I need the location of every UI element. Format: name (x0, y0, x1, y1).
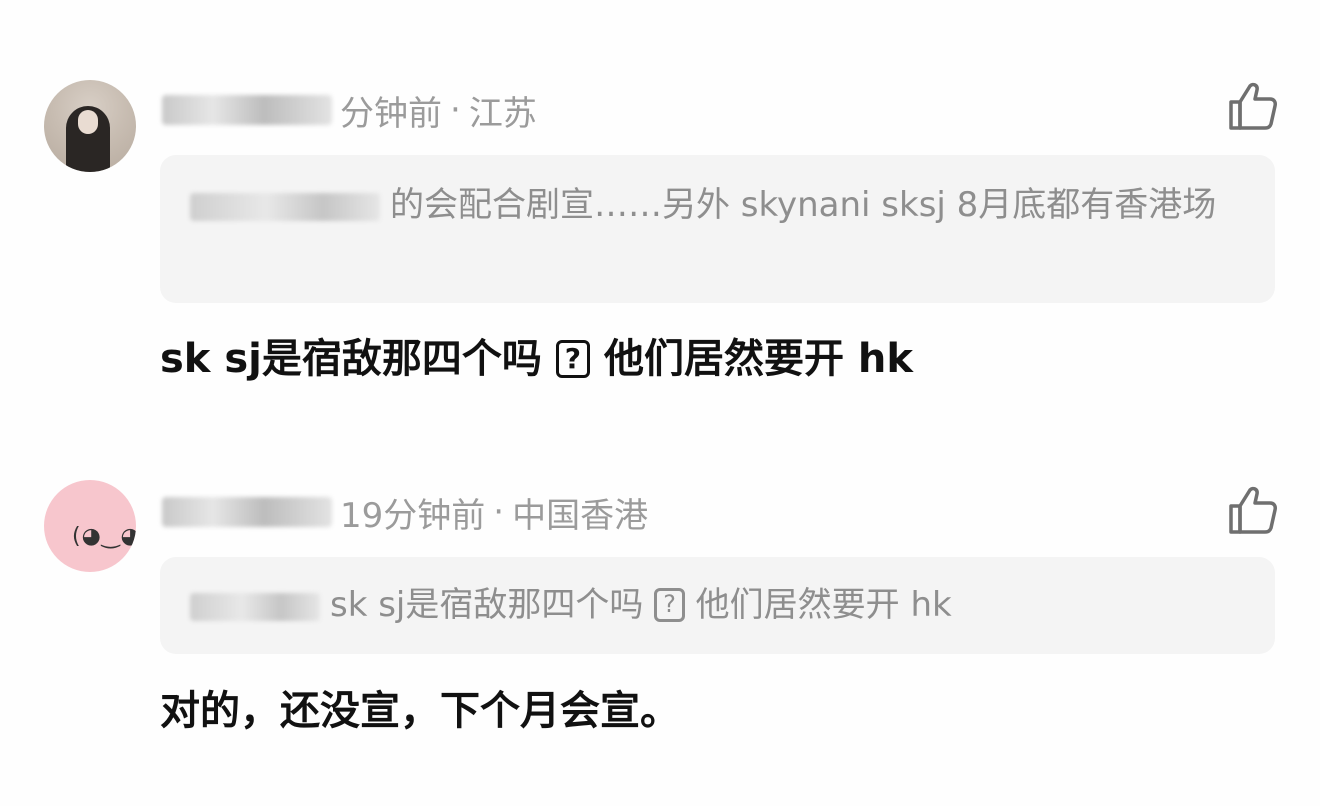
question-mark-emoji: ? (654, 588, 685, 623)
thumbs-up-icon (1229, 82, 1277, 130)
quoted-reply[interactable]: sk sj是宿敌那四个吗 ? 他们居然要开 hk (160, 557, 1275, 654)
quoted-text-redacted (190, 192, 380, 221)
username-redacted[interactable] (162, 95, 332, 125)
like-button[interactable] (1226, 484, 1278, 536)
like-button[interactable] (1226, 80, 1278, 132)
comment-body: sk sj是宿敌那四个吗 ? 他们居然要开 hk (160, 333, 913, 385)
comment-body-text: sk sj是宿敌那四个吗 (160, 336, 542, 382)
comment-body-text: 对的，还没宣，下个月会宣。 (160, 688, 680, 734)
quoted-author-redacted (190, 592, 320, 621)
quoted-text: 的会配合剧宣……另外 skynani sksj 8月底都有香港场 (390, 185, 1217, 225)
quoted-text: 他们居然要开 hk (695, 585, 952, 625)
avatar-doodle: (◕‿◕) (72, 524, 136, 549)
username-redacted[interactable] (162, 497, 332, 527)
quoted-reply[interactable]: 的会配合剧宣……另外 skynani sksj 8月底都有香港场 (160, 155, 1275, 303)
avatar[interactable]: (◕‿◕) (44, 480, 136, 572)
comment-time: 分钟前 (340, 93, 442, 134)
comment-location: 江苏 (468, 93, 537, 134)
avatar[interactable] (44, 80, 136, 172)
quoted-text: sk sj是宿敌那四个吗 (330, 585, 644, 625)
comment-body-text: 他们居然要开 hk (603, 336, 913, 382)
comment-body: 对的，还没宣，下个月会宣。 (160, 685, 680, 737)
avatar-face (78, 110, 98, 134)
question-mark-emoji: ? (555, 339, 591, 378)
comment-location: 中国香港 (512, 495, 649, 536)
thumbs-up-icon (1229, 486, 1277, 534)
meta-separator: · (450, 90, 461, 130)
comment-meta: 19分钟前 · 中国香港 (162, 488, 648, 536)
comment-time: 19分钟前 (340, 495, 486, 536)
meta-separator: · (493, 492, 505, 532)
comment-meta: 分钟前 · 江苏 (162, 86, 537, 134)
